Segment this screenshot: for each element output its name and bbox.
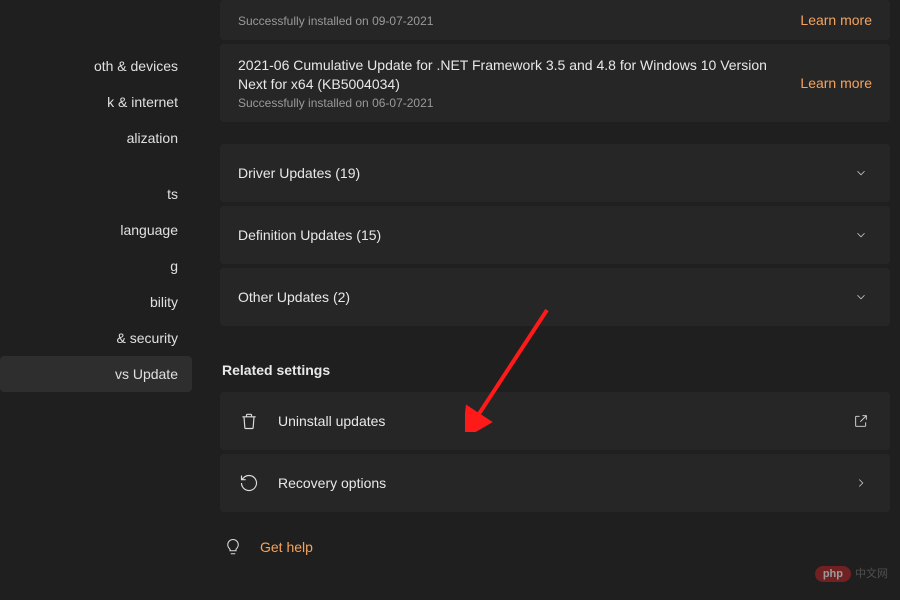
sidebar-item-windows-update[interactable]: vs Update bbox=[0, 356, 192, 392]
trash-icon bbox=[238, 410, 260, 432]
related-settings-header: Related settings bbox=[222, 362, 890, 378]
main-content: Successfully installed on 09-07-2021 Lea… bbox=[192, 0, 900, 600]
chevron-down-icon bbox=[850, 224, 872, 246]
update-title: 2021-06 Cumulative Update for .NET Frame… bbox=[238, 56, 788, 94]
help-icon bbox=[222, 536, 244, 558]
recovery-options-label: Recovery options bbox=[278, 475, 832, 491]
expander-label: Driver Updates (19) bbox=[238, 165, 360, 181]
learn-more-link[interactable]: Learn more bbox=[800, 75, 872, 91]
watermark: php 中文网 bbox=[815, 564, 888, 582]
sidebar-item-apps[interactable] bbox=[0, 156, 192, 176]
expander-driver-updates[interactable]: Driver Updates (19) bbox=[220, 144, 890, 202]
uninstall-updates-row[interactable]: Uninstall updates bbox=[220, 392, 890, 450]
sidebar-item-privacy[interactable]: & security bbox=[0, 320, 192, 356]
update-subtitle: Successfully installed on 06-07-2021 bbox=[238, 96, 788, 110]
chevron-down-icon bbox=[850, 162, 872, 184]
get-help-row[interactable]: Get help bbox=[220, 536, 890, 558]
expander-definition-updates[interactable]: Definition Updates (15) bbox=[220, 206, 890, 264]
chevron-down-icon bbox=[850, 286, 872, 308]
sidebar-item-network[interactable]: k & internet bbox=[0, 84, 192, 120]
sidebar-item-accessibility[interactable]: bility bbox=[0, 284, 192, 320]
sidebar: oth & devices k & internet alization ts … bbox=[0, 0, 192, 600]
sidebar-item-accounts[interactable]: ts bbox=[0, 176, 192, 212]
expander-other-updates[interactable]: Other Updates (2) bbox=[220, 268, 890, 326]
expander-label: Other Updates (2) bbox=[238, 289, 350, 305]
watermark-text: 中文网 bbox=[855, 568, 888, 580]
learn-more-link[interactable]: Learn more bbox=[800, 12, 872, 28]
expander-label: Definition Updates (15) bbox=[238, 227, 381, 243]
recovery-options-row[interactable]: Recovery options bbox=[220, 454, 890, 512]
recovery-icon bbox=[238, 472, 260, 494]
chevron-right-icon bbox=[850, 472, 872, 494]
update-subtitle: Successfully installed on 09-07-2021 bbox=[238, 14, 788, 28]
watermark-pill: php bbox=[815, 566, 851, 582]
uninstall-updates-label: Uninstall updates bbox=[278, 413, 832, 429]
update-history-item: Successfully installed on 09-07-2021 Lea… bbox=[220, 0, 890, 40]
sidebar-item-language[interactable]: language bbox=[0, 212, 192, 248]
sidebar-item-personalization[interactable]: alization bbox=[0, 120, 192, 156]
sidebar-item-bluetooth[interactable]: oth & devices bbox=[0, 48, 192, 84]
get-help-link[interactable]: Get help bbox=[260, 539, 313, 555]
sidebar-item-gaming[interactable]: g bbox=[0, 248, 192, 284]
external-link-icon bbox=[850, 410, 872, 432]
update-history-item: 2021-06 Cumulative Update for .NET Frame… bbox=[220, 44, 890, 122]
